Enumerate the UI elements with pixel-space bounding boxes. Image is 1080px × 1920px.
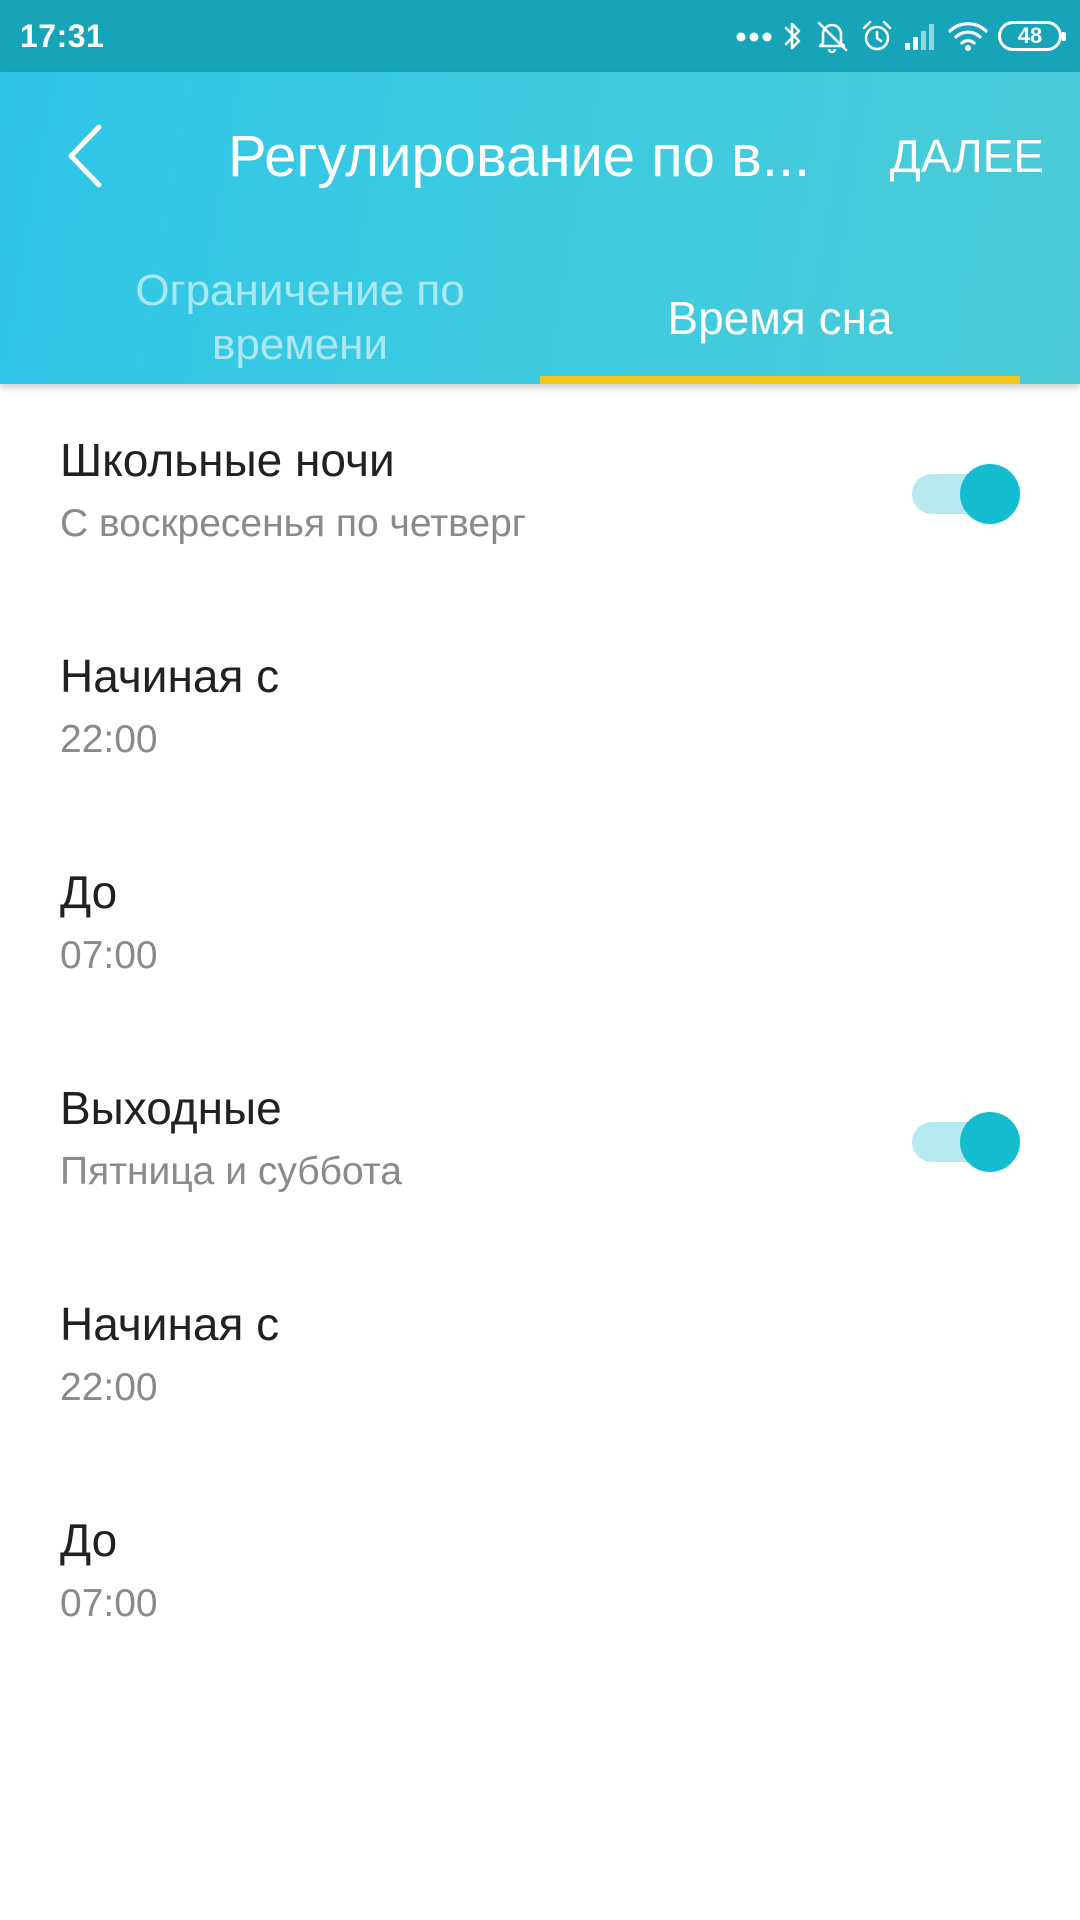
signal-icon	[904, 21, 938, 51]
start-time-value: 22:00	[60, 718, 158, 761]
tab-sleep-time-label: Время сна	[667, 292, 893, 344]
end-time-label: До	[60, 1514, 118, 1566]
start-time-value: 22:00	[60, 1366, 158, 1409]
status-bar: 17:31 48	[0, 0, 1080, 72]
status-icons: 48	[736, 14, 1066, 58]
status-time: 17:31	[20, 18, 105, 54]
weekends-end-row[interactable]: До 07:00	[0, 1464, 1080, 1680]
end-time-value: 07:00	[60, 1582, 158, 1625]
end-time-label: До	[60, 866, 118, 918]
tab-sleep-time[interactable]: Время сна	[540, 252, 1020, 384]
start-time-label: Начиная с	[60, 1298, 280, 1350]
school-nights-end-row[interactable]: До 07:00	[0, 816, 1080, 1032]
school-nights-toggle[interactable]	[908, 464, 1020, 524]
weekends-title: Выходные	[60, 1082, 282, 1134]
active-tab-indicator	[540, 376, 1020, 384]
bluetooth-icon	[782, 19, 804, 53]
weekends-row: Выходные Пятница и суббота	[0, 1032, 1080, 1248]
toggle-thumb	[960, 464, 1020, 524]
battery-level: 48	[1017, 23, 1043, 48]
school-nights-subtitle: С воскресенья по четверг	[60, 502, 527, 545]
page-title: Регулирование по в...	[228, 124, 811, 189]
battery-icon: 48	[998, 21, 1066, 51]
toggle-thumb	[960, 1112, 1020, 1172]
back-button[interactable]	[40, 108, 130, 208]
chevron-left-icon	[63, 121, 107, 196]
weekends-subtitle: Пятница и суббота	[60, 1150, 402, 1193]
alarm-icon	[860, 19, 894, 53]
weekends-toggle[interactable]	[908, 1112, 1020, 1172]
school-nights-row: Школьные ночи С воскресенья по четверг	[0, 384, 1080, 600]
school-nights-title: Школьные ночи	[60, 434, 395, 486]
more-dots-icon	[736, 30, 772, 42]
next-button[interactable]: ДАЛЕЕ	[890, 126, 1044, 186]
weekends-start-row[interactable]: Начиная с 22:00	[0, 1248, 1080, 1464]
app-header: Регулирование по в... ДАЛЕЕ Ограничение …	[0, 72, 1080, 384]
school-nights-start-row[interactable]: Начиная с 22:00	[0, 600, 1080, 816]
end-time-value: 07:00	[60, 934, 158, 977]
wifi-icon	[948, 20, 988, 52]
start-time-label: Начиная с	[60, 650, 280, 702]
tab-time-limit[interactable]: Ограничение по времени	[60, 252, 540, 384]
tab-time-limit-label: Ограничение по времени	[135, 266, 465, 369]
muted-bell-icon	[814, 19, 850, 53]
